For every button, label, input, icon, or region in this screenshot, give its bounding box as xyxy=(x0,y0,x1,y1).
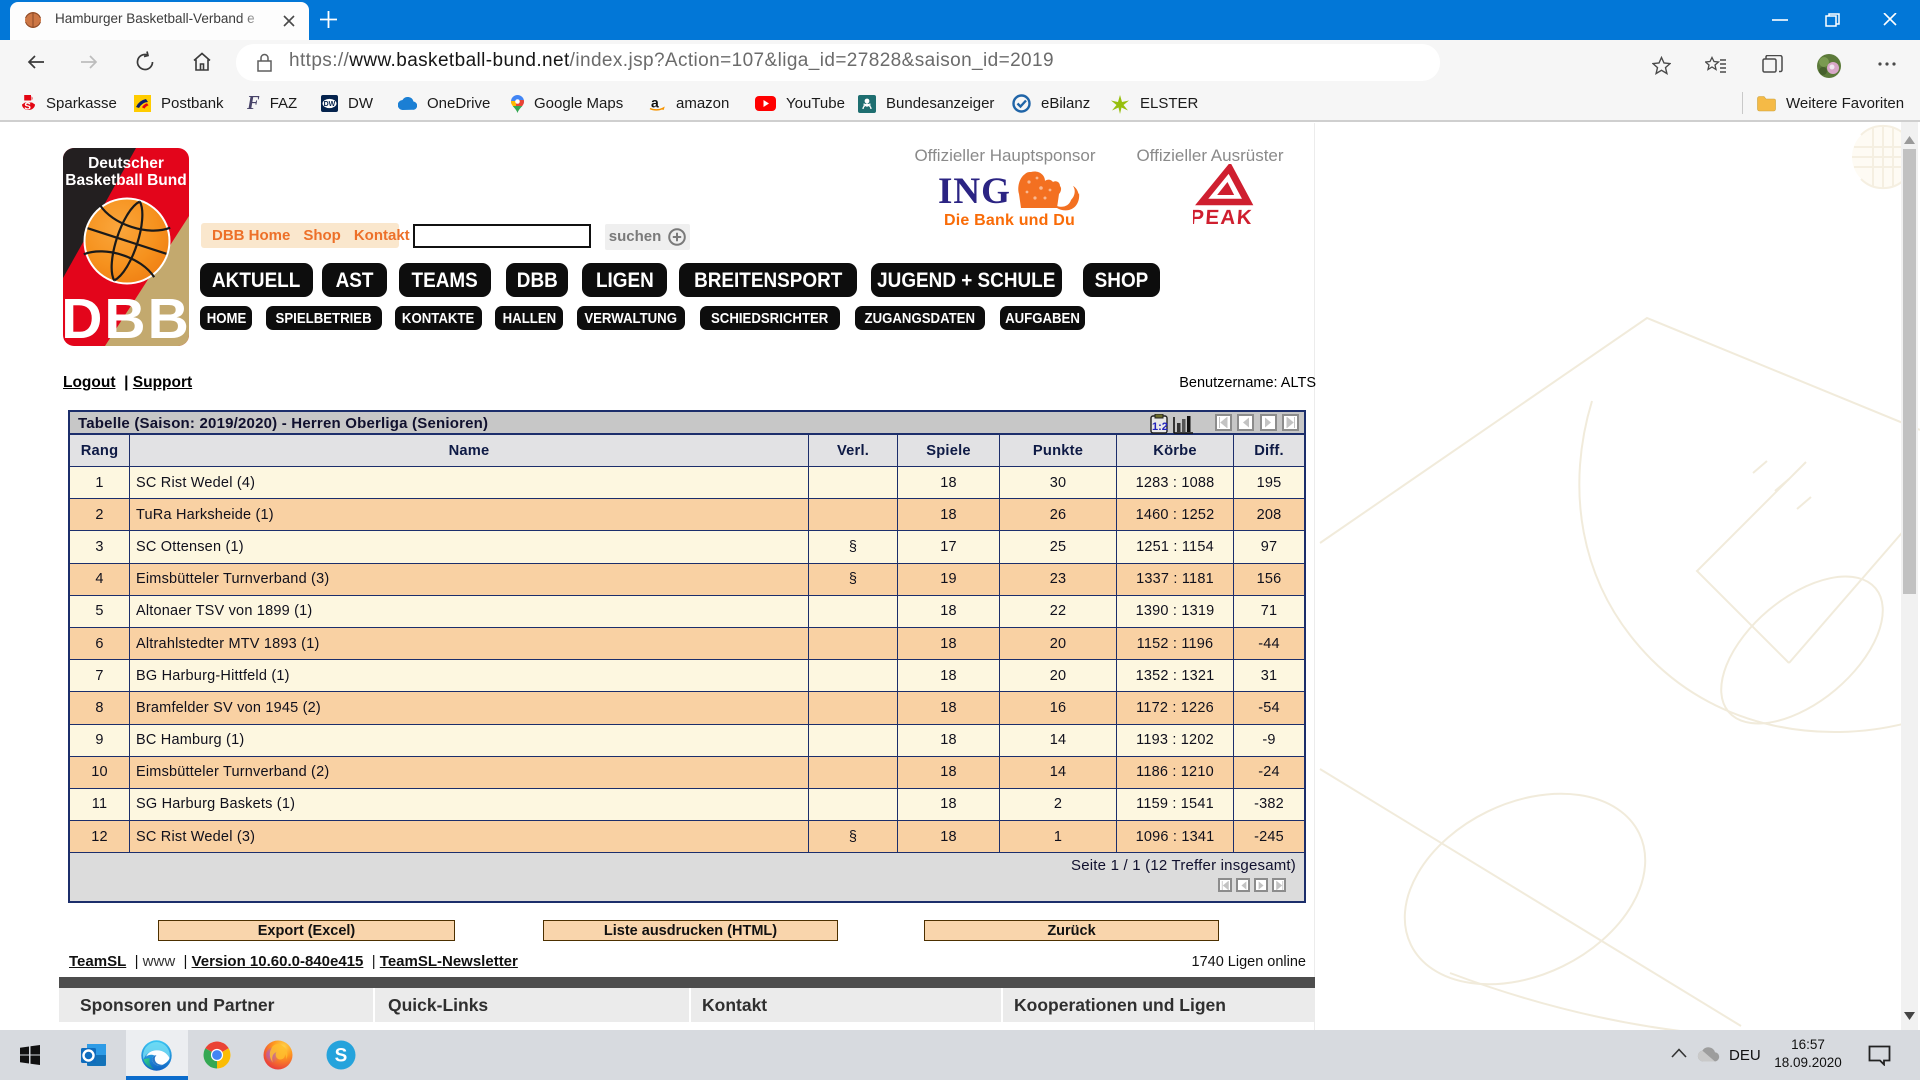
svg-text:1:2: 1:2 xyxy=(1152,421,1168,433)
svg-text:a: a xyxy=(651,95,659,111)
svg-text:S: S xyxy=(335,1046,348,1067)
svg-text:S: S xyxy=(24,102,31,113)
svg-text:DW: DW xyxy=(324,101,336,108)
svg-text:DBB: DBB xyxy=(63,287,189,346)
svg-text:Deutscher: Deutscher xyxy=(88,155,164,172)
svg-text:Basketball Bund: Basketball Bund xyxy=(65,172,186,189)
svg-text:PEAK: PEAK xyxy=(1193,206,1254,229)
